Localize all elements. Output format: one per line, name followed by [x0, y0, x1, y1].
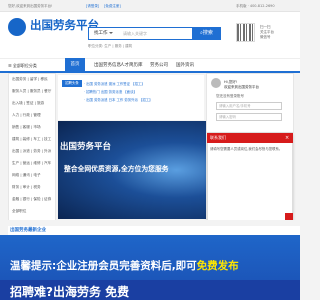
popup-title: 联系我们 — [207, 133, 293, 143]
username-field[interactable]: 请输入用户名/手机号 — [216, 102, 282, 110]
sidebar-item[interactable]: 出国 | 派遣 | 劳务 | 外派 — [12, 149, 51, 154]
nav-item-home[interactable]: 首页 — [65, 58, 85, 72]
sidebar-item[interactable]: 出入境 | 签证 | 旅游 — [12, 101, 44, 106]
headline-tag: 招聘头条 — [62, 80, 82, 87]
headline-link[interactable]: · 出国 劳务派遣 日本 工作 劳务外派 【招工】 — [84, 97, 153, 102]
category-header[interactable]: ☰ 全部职位分类 — [8, 61, 56, 71]
category-header-label: 全部职位分类 — [12, 63, 37, 68]
search-button[interactable]: ⌕搜索 — [192, 28, 221, 39]
headline-link[interactable]: · 招聘热门 出国 劳务派遣 【面谈】 — [84, 89, 137, 94]
welcome-text: 您好,欢迎来到出国劳务平台! — [8, 4, 53, 8]
sidebar-item[interactable]: 金融 | 银行 | 保险 | 证券 — [12, 197, 51, 202]
ad-text-main: 温馨提示:企业注册会员完善资料后,即可 — [10, 260, 197, 272]
search-button-label: 搜索 — [202, 30, 213, 36]
banner-subtitle: 整合全网优质资源,全方位为您服务 — [64, 165, 169, 173]
sidebar-item[interactable]: 网络 | 通讯 | 电子 — [12, 173, 41, 178]
guest-note: 您还没有登录账号 — [216, 94, 244, 98]
ad-text-2: 招聘难?出海劳务 免费 — [10, 285, 130, 299]
sidebar-item[interactable]: 销售 | 客服 | 市场 — [12, 125, 41, 130]
search-input[interactable]: 请输入关键字 — [119, 28, 191, 39]
qr-code-icon — [236, 23, 255, 42]
logo-globe-icon — [8, 18, 26, 36]
sidebar-item[interactable]: 服务人员 | 服务员 | 餐厅 — [12, 89, 51, 94]
search-bar: 找工作 请输入关键字 ⌕搜索 — [88, 27, 221, 40]
nav-item-companies[interactable]: 劳务公司 — [150, 61, 168, 70]
nav-item-jobs[interactable]: 出国劳务信息 — [94, 61, 121, 70]
password-field[interactable]: 请输入密码 — [216, 113, 282, 121]
category-sidebar: 出国劳务 | 留学 | 移民 服务人员 | 服务员 | 餐厅 出入境 | 签证 … — [8, 73, 56, 223]
greeting: Hi,您好! 欢迎来到出国劳务平台 — [224, 80, 259, 89]
banner-title: 出国劳务平台 — [60, 142, 112, 152]
close-icon[interactable]: × — [285, 133, 293, 143]
hot-search-keywords[interactable]: 职位分类: 生产 | 服务 | 建筑 — [88, 44, 132, 49]
sidebar-item[interactable]: 全部职位 — [12, 209, 26, 214]
headline-link[interactable]: · 出国 劳务派遣 澳洲 工作签证 【招工】 — [84, 81, 145, 86]
nav-item-news[interactable]: 国外资讯 — [176, 61, 194, 70]
sidebar-item[interactable]: 财务 | 审计 | 税务 — [12, 185, 41, 190]
sidebar-item[interactable]: 人力 | 行政 | 管理 — [12, 113, 41, 118]
login-link[interactable]: [请登录] — [86, 4, 99, 9]
qr-caption: 扫一扫 关注平台 微信号 — [260, 25, 274, 39]
search-type-select[interactable]: 找工作 — [89, 28, 117, 39]
nav-item-resumes[interactable]: 人才简历库 — [120, 61, 143, 70]
sidebar-item[interactable]: 建筑 | 装修 | 车工 | 技工 — [12, 137, 51, 142]
popup-body: 请填写您需要人员或岗位,我们会尽快与您联系。 — [210, 147, 283, 151]
sidebar-item[interactable]: 出国劳务 | 留学 | 移民 — [12, 77, 48, 82]
avatar — [211, 78, 221, 88]
top-bar: 您好,欢迎来到出国劳务平台! [请登录] [免费注册] 手机版 · 400-81… — [0, 0, 300, 12]
sidebar-item[interactable]: 生产 | 营运 | 维修 | 汽车 — [12, 161, 51, 166]
register-link[interactable]: [免费注册] — [104, 4, 121, 9]
section-title: 出国劳务最新企业 — [8, 226, 300, 235]
ad-text: 温馨提示:企业注册会员完善资料后,即可免费发布 — [10, 258, 239, 273]
topbar-right-text: 手机版 · 400-812-2690 — [236, 4, 275, 8]
ad-highlight: 免费发布 — [196, 260, 239, 272]
